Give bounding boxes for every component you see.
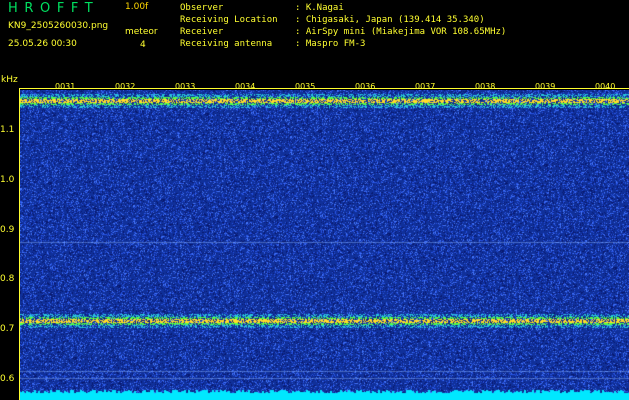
y-tick-label: 0.8	[0, 274, 15, 284]
y-axis-line	[19, 88, 20, 400]
info-label-antenna: Receiving antenna	[180, 39, 273, 49]
y-tick-label: 1.1	[0, 125, 15, 135]
mode-count: 4	[140, 40, 146, 50]
info-label-receiver: Receiver	[180, 27, 224, 37]
info-value-receiver: : AirSpy mini (Miakejima VOR 108.65MHz)	[295, 27, 507, 37]
y-tick-label: 1.0	[0, 175, 15, 185]
y-tick-label: 0.6	[0, 374, 15, 384]
file-name: KN9_2505260030.png	[8, 21, 109, 31]
y-tick-label: 0.7	[0, 324, 15, 334]
mode-label: meteor	[125, 27, 158, 37]
info-value-observer: : K.Nagai	[295, 3, 344, 13]
info-value-location: : Chigasaki, Japan (139.414 35.340)	[295, 15, 485, 25]
info-value-antenna: : Maspro FM-3	[295, 39, 366, 49]
version-label: 1.00f	[125, 2, 149, 12]
y-axis-unit: kHz	[1, 75, 18, 85]
y-tick-label: 0.9	[0, 225, 15, 235]
timestamp: 25.05.26 00:30	[8, 39, 77, 49]
x-axis-line	[19, 88, 629, 89]
info-label-location: Receiving Location	[180, 15, 278, 25]
app-title: HROFFT	[8, 1, 100, 16]
info-label-observer: Observer	[180, 3, 224, 13]
spectrogram-plot	[20, 90, 629, 400]
